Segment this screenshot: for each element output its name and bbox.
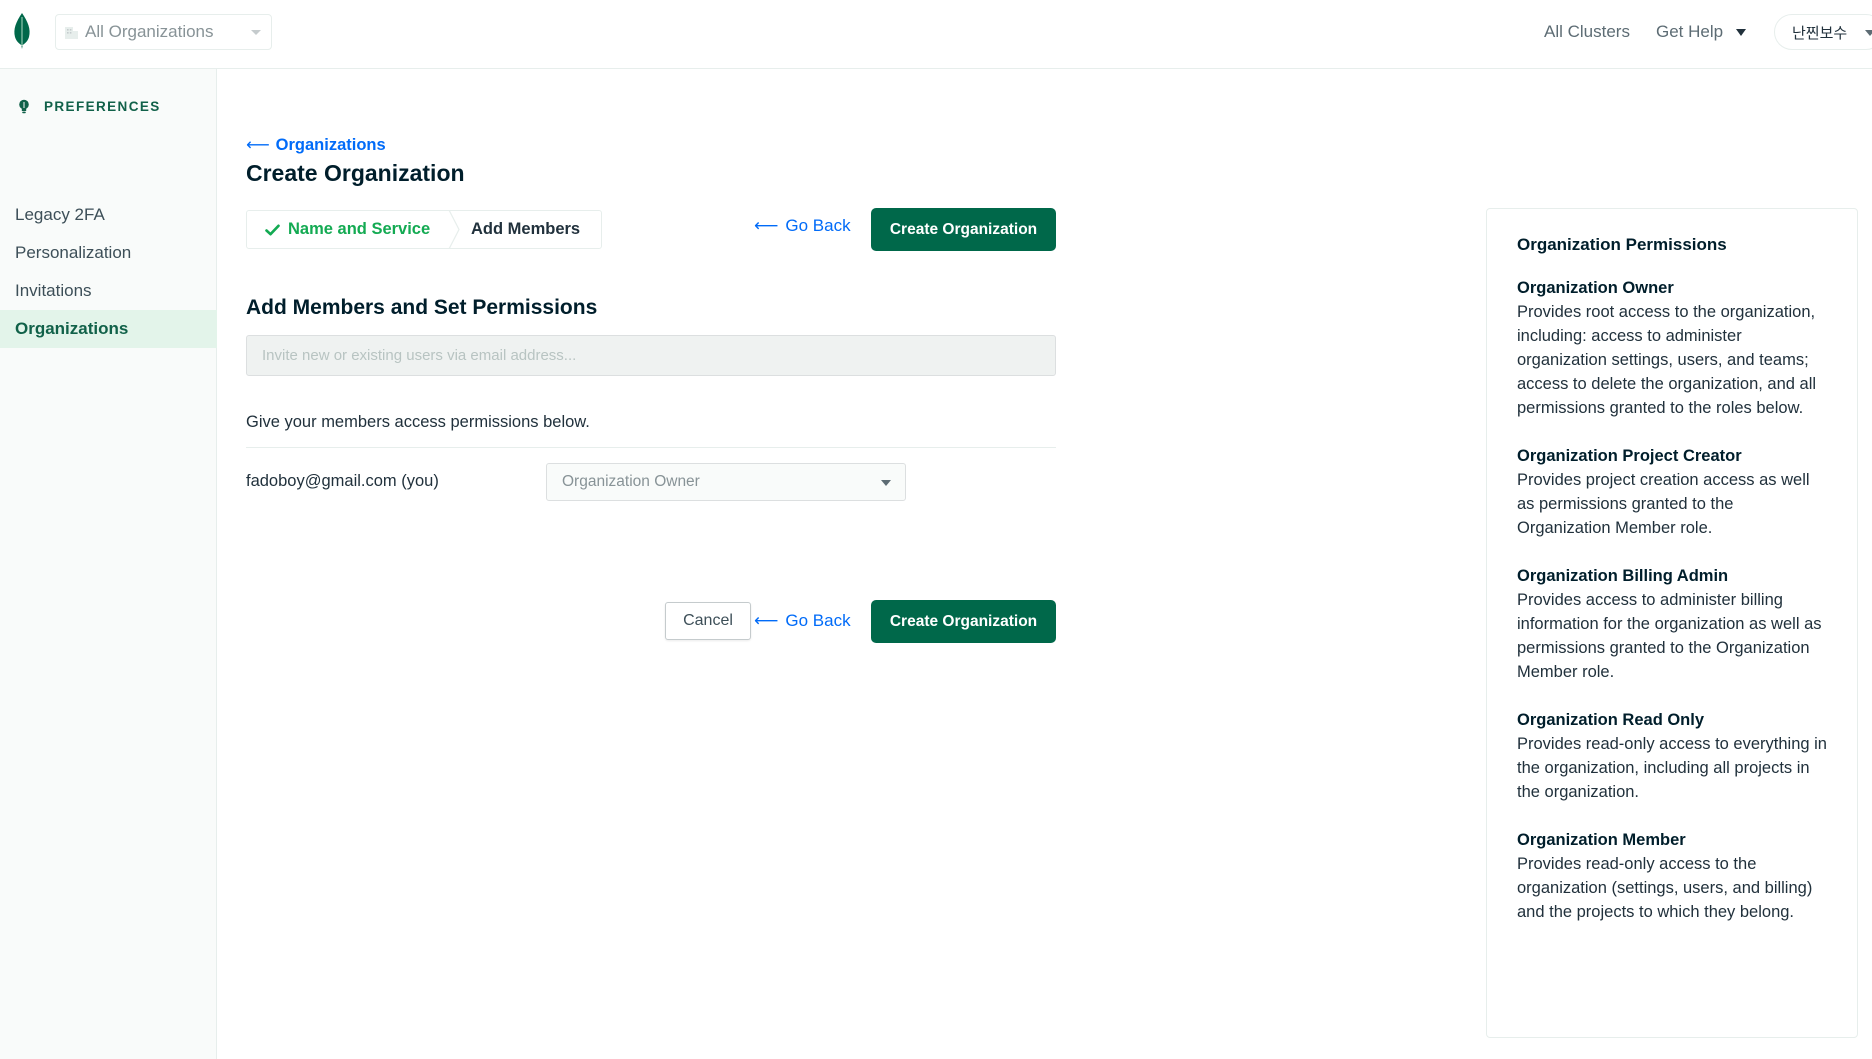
sidebar-item-invitations[interactable]: Invitations xyxy=(0,272,217,310)
go-back-link-top[interactable]: ⟵ Go Back xyxy=(754,216,851,236)
sidebar-heading-label: PREFERENCES xyxy=(44,99,161,114)
sidebar-heading: PREFERENCES xyxy=(18,99,161,114)
go-back-link-bottom[interactable]: ⟵ Go Back xyxy=(754,611,851,631)
role-name: Organization Read Only xyxy=(1517,711,1705,729)
member-email: fadoboy@gmail.com (you) xyxy=(246,472,439,490)
step-label: Name and Service xyxy=(288,220,431,238)
step-add-members: Add Members xyxy=(451,211,580,248)
role-description: Provides read-only access to the organiz… xyxy=(1517,855,1813,921)
permission-role: Organization Read Only Provides read-onl… xyxy=(1517,708,1827,804)
permissions-note: Give your members access permissions bel… xyxy=(246,413,590,431)
invite-email-input[interactable] xyxy=(246,335,1056,376)
sidebar-item-label: Organizations xyxy=(15,319,129,338)
go-back-label: Go Back xyxy=(785,611,851,630)
get-help-caret-icon[interactable] xyxy=(1736,29,1746,36)
permission-role: Organization Owner Provides root access … xyxy=(1517,276,1827,420)
sidebar-item-organizations[interactable]: Organizations xyxy=(0,310,217,348)
sidebar-item-label: Invitations xyxy=(15,281,92,300)
role-description: Provides access to administer billing in… xyxy=(1517,591,1822,681)
permissions-panel-title: Organization Permissions xyxy=(1517,235,1727,254)
page-title: Create Organization xyxy=(246,160,465,186)
lightbulb-icon xyxy=(19,99,29,114)
step-label: Add Members xyxy=(471,220,581,238)
checkmark-icon xyxy=(265,224,280,235)
top-navbar: All Organizations All Clusters Get Help … xyxy=(0,0,1872,69)
role-description: Provides root access to the organization… xyxy=(1517,303,1817,417)
organization-select[interactable]: All Organizations xyxy=(55,14,272,50)
breadcrumb-label: Organizations xyxy=(275,135,386,154)
go-back-label: Go Back xyxy=(785,216,851,235)
sidebar-item-legacy-2fa[interactable]: Legacy 2FA xyxy=(0,196,217,234)
step-name-and-service[interactable]: Name and Service xyxy=(247,211,451,248)
chevron-down-icon xyxy=(251,30,261,35)
arrow-left-icon: ⟵ xyxy=(246,136,270,154)
section-title: Add Members and Set Permissions xyxy=(246,296,598,319)
permissions-panel: Organization Permissions Organization Ow… xyxy=(1486,208,1858,1038)
sidebar-item-personalization[interactable]: Personalization xyxy=(0,234,217,272)
building-icon xyxy=(65,26,78,39)
all-clusters-link[interactable]: All Clusters xyxy=(1544,22,1630,42)
breadcrumb[interactable]: ⟵ Organizations xyxy=(246,135,386,155)
step-divider xyxy=(448,210,460,249)
get-help-link[interactable]: Get Help xyxy=(1656,22,1723,42)
role-name: Organization Owner xyxy=(1517,279,1674,297)
role-select-value: Organization Owner xyxy=(562,473,700,490)
wizard-steps: Name and Service Add Members xyxy=(246,210,602,249)
arrow-left-icon: ⟵ xyxy=(754,216,779,235)
role-name: Organization Billing Admin xyxy=(1517,567,1729,585)
user-name: 난찐보수 xyxy=(1792,24,1848,42)
divider xyxy=(246,447,1056,448)
chevron-down-icon xyxy=(1865,30,1872,36)
permission-role: Organization Member Provides read-only a… xyxy=(1517,828,1827,924)
role-name: Organization Project Creator xyxy=(1517,447,1742,465)
role-description: Provides project creation access as well… xyxy=(1517,471,1810,537)
create-organization-button-bottom[interactable]: Create Organization xyxy=(871,600,1056,643)
sidebar: PREFERENCES Legacy 2FA Personalization I… xyxy=(0,69,217,1059)
sidebar-item-label: Personalization xyxy=(15,243,132,262)
permission-role: Organization Project Creator Provides pr… xyxy=(1517,444,1827,540)
member-role-select[interactable]: Organization Owner xyxy=(546,463,906,501)
create-organization-button-top[interactable]: Create Organization xyxy=(871,208,1056,251)
caret-down-icon xyxy=(881,480,891,486)
role-name: Organization Member xyxy=(1517,831,1686,849)
arrow-left-icon: ⟵ xyxy=(754,611,779,630)
cancel-button[interactable]: Cancel xyxy=(665,602,751,640)
sidebar-item-label: Legacy 2FA xyxy=(15,205,105,224)
user-menu[interactable]: 난찐보수 xyxy=(1774,14,1872,50)
organization-select-value: All Organizations xyxy=(85,22,214,41)
role-description: Provides read-only access to everything … xyxy=(1517,735,1827,801)
permission-role: Organization Billing Admin Provides acce… xyxy=(1517,564,1827,684)
mongodb-leaf-icon[interactable] xyxy=(12,13,32,49)
